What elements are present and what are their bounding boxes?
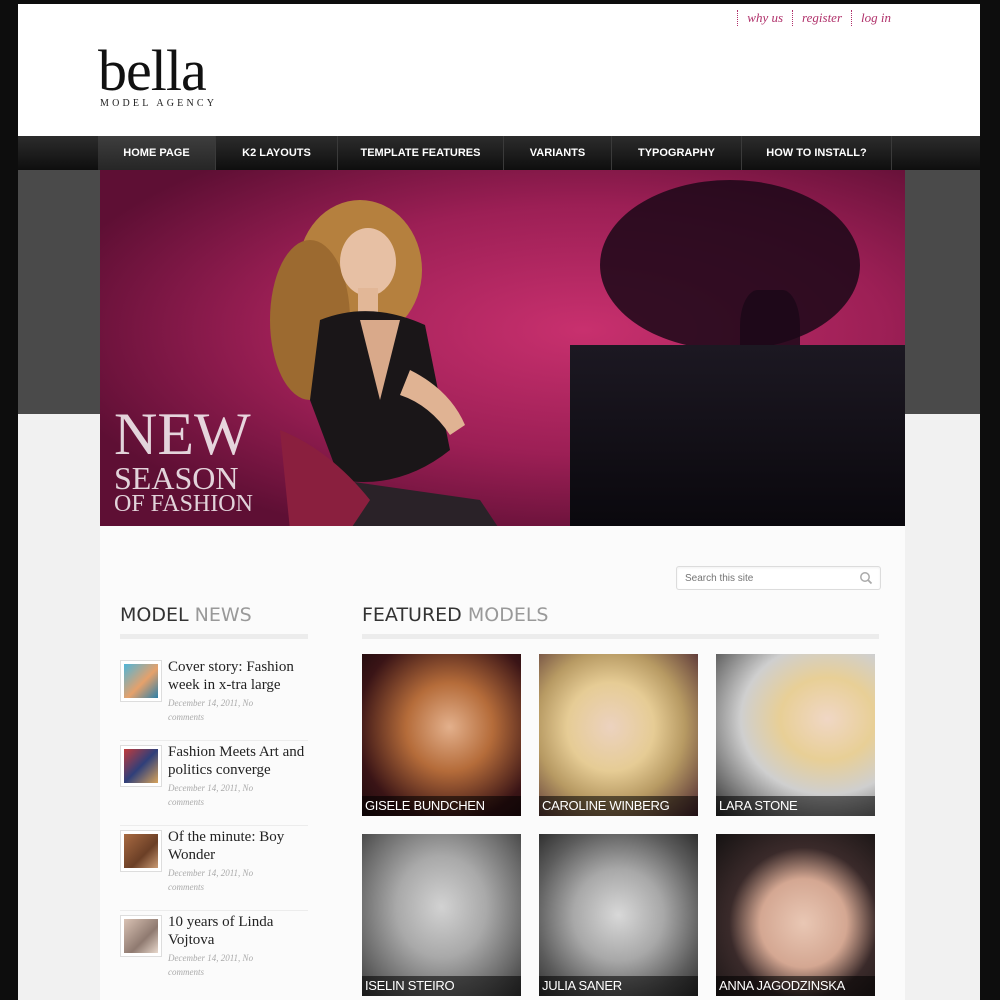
hero-furniture bbox=[570, 345, 905, 526]
search-icon[interactable] bbox=[859, 571, 873, 590]
news-list: Cover story: Fashion week in x-tra large… bbox=[120, 656, 308, 996]
logo-tagline: MODEL AGENCY bbox=[100, 98, 218, 109]
model-name: GISELE BUNDCHEN bbox=[362, 796, 521, 816]
model-card-anna-jagodzinska[interactable]: ANNA JAGODZINSKA bbox=[716, 834, 875, 996]
news-date: December 14, 2011, No bbox=[168, 868, 254, 878]
news-date: December 14, 2011, No bbox=[168, 698, 254, 708]
main-nav-bar: HOME PAGE K2 LAYOUTS TEMPLATE FEATURES V… bbox=[18, 136, 980, 170]
news-title[interactable]: Of the minute: Boy Wonder bbox=[168, 828, 313, 864]
news-item[interactable]: Of the minute: Boy Wonder December 14, 2… bbox=[120, 826, 308, 911]
nav-item-k2-layouts[interactable]: K2 LAYOUTS bbox=[216, 136, 338, 170]
top-links: why us register log in bbox=[737, 10, 900, 26]
model-news-title-dark: MODEL bbox=[120, 604, 189, 626]
model-photo bbox=[539, 834, 698, 996]
nav-item-home-page[interactable]: HOME PAGE bbox=[98, 136, 216, 170]
model-card-lara-stone[interactable]: LARA STONE bbox=[716, 654, 875, 816]
top-link-why-us[interactable]: why us bbox=[737, 10, 792, 26]
model-name: ISELIN STEIRO bbox=[362, 976, 521, 996]
nav-item-template-features[interactable]: TEMPLATE FEATURES bbox=[338, 136, 504, 170]
model-photo bbox=[716, 834, 875, 996]
nav-item-how-to-install[interactable]: HOW TO INSTALL? bbox=[742, 136, 892, 170]
news-title[interactable]: Fashion Meets Art and politics converge bbox=[168, 743, 313, 779]
model-news-title: MODEL NEWS bbox=[120, 604, 252, 626]
nav-item-variants[interactable]: VARIANTS bbox=[504, 136, 612, 170]
hero-model-image bbox=[270, 200, 498, 526]
site-header: bella MODEL AGENCY why us register log i… bbox=[18, 4, 980, 136]
news-thumbnail[interactable] bbox=[120, 745, 162, 787]
news-thumbnail[interactable] bbox=[120, 915, 162, 957]
featured-models-title: FEATURED MODELS bbox=[362, 604, 549, 626]
hero-headline: NEW SEASON OF FASHION bbox=[114, 401, 253, 518]
model-name: JULIA SANER bbox=[539, 976, 698, 996]
hero-line-2: SEASON bbox=[114, 460, 239, 496]
news-thumbnail[interactable] bbox=[120, 830, 162, 872]
model-name: ANNA JAGODZINSKA bbox=[716, 976, 875, 996]
news-item[interactable]: 10 years of Linda Vojtova December 14, 2… bbox=[120, 911, 308, 996]
featured-models-title-light: MODELS bbox=[467, 604, 549, 626]
model-photo bbox=[362, 834, 521, 996]
model-name: CAROLINE WINBERG bbox=[539, 796, 698, 816]
search-input[interactable] bbox=[677, 567, 852, 589]
news-thumbnail[interactable] bbox=[120, 660, 162, 702]
news-item[interactable]: Cover story: Fashion week in x-tra large… bbox=[120, 656, 308, 741]
model-name: LARA STONE bbox=[716, 796, 875, 816]
news-comments[interactable]: comments bbox=[168, 795, 308, 809]
main-content: MODEL NEWS FEATURED MODELS Cover story: … bbox=[100, 526, 905, 1000]
search-box[interactable] bbox=[676, 566, 881, 590]
hero-line-3: OF FASHION bbox=[114, 491, 253, 518]
hero-line-1: NEW bbox=[114, 401, 251, 467]
news-comments[interactable]: comments bbox=[168, 880, 308, 894]
model-card-iselin-steiro[interactable]: ISELIN STEIRO bbox=[362, 834, 521, 996]
news-date: December 14, 2011, No bbox=[168, 953, 254, 963]
featured-models-title-dark: FEATURED bbox=[362, 604, 462, 626]
model-card-gisele-bundchen[interactable]: GISELE BUNDCHEN bbox=[362, 654, 521, 816]
main-nav: HOME PAGE K2 LAYOUTS TEMPLATE FEATURES V… bbox=[98, 136, 892, 170]
model-news-title-light: NEWS bbox=[194, 604, 252, 626]
divider bbox=[362, 634, 879, 639]
news-comments[interactable]: comments bbox=[168, 965, 308, 979]
model-photo bbox=[362, 654, 521, 816]
top-link-log-in[interactable]: log in bbox=[851, 10, 900, 26]
nav-item-typography[interactable]: TYPOGRAPHY bbox=[612, 136, 742, 170]
divider bbox=[120, 634, 308, 639]
news-comments[interactable]: comments bbox=[168, 710, 308, 724]
top-link-register[interactable]: register bbox=[792, 10, 851, 26]
news-title[interactable]: 10 years of Linda Vojtova bbox=[168, 913, 313, 949]
news-title[interactable]: Cover story: Fashion week in x-tra large bbox=[168, 658, 313, 694]
shadow-silhouette bbox=[600, 180, 860, 350]
logo-wordmark: bella bbox=[98, 38, 207, 103]
model-photo bbox=[539, 654, 698, 816]
news-item[interactable]: Fashion Meets Art and politics converge … bbox=[120, 741, 308, 826]
site-logo[interactable]: bella MODEL AGENCY bbox=[98, 38, 218, 110]
page: bella MODEL AGENCY why us register log i… bbox=[18, 4, 980, 1000]
model-card-julia-saner[interactable]: JULIA SANER bbox=[539, 834, 698, 996]
news-date: December 14, 2011, No bbox=[168, 783, 254, 793]
model-photo bbox=[716, 654, 875, 816]
model-card-caroline-winberg[interactable]: CAROLINE WINBERG bbox=[539, 654, 698, 816]
hero-banner[interactable]: NEW SEASON OF FASHION bbox=[100, 170, 905, 526]
